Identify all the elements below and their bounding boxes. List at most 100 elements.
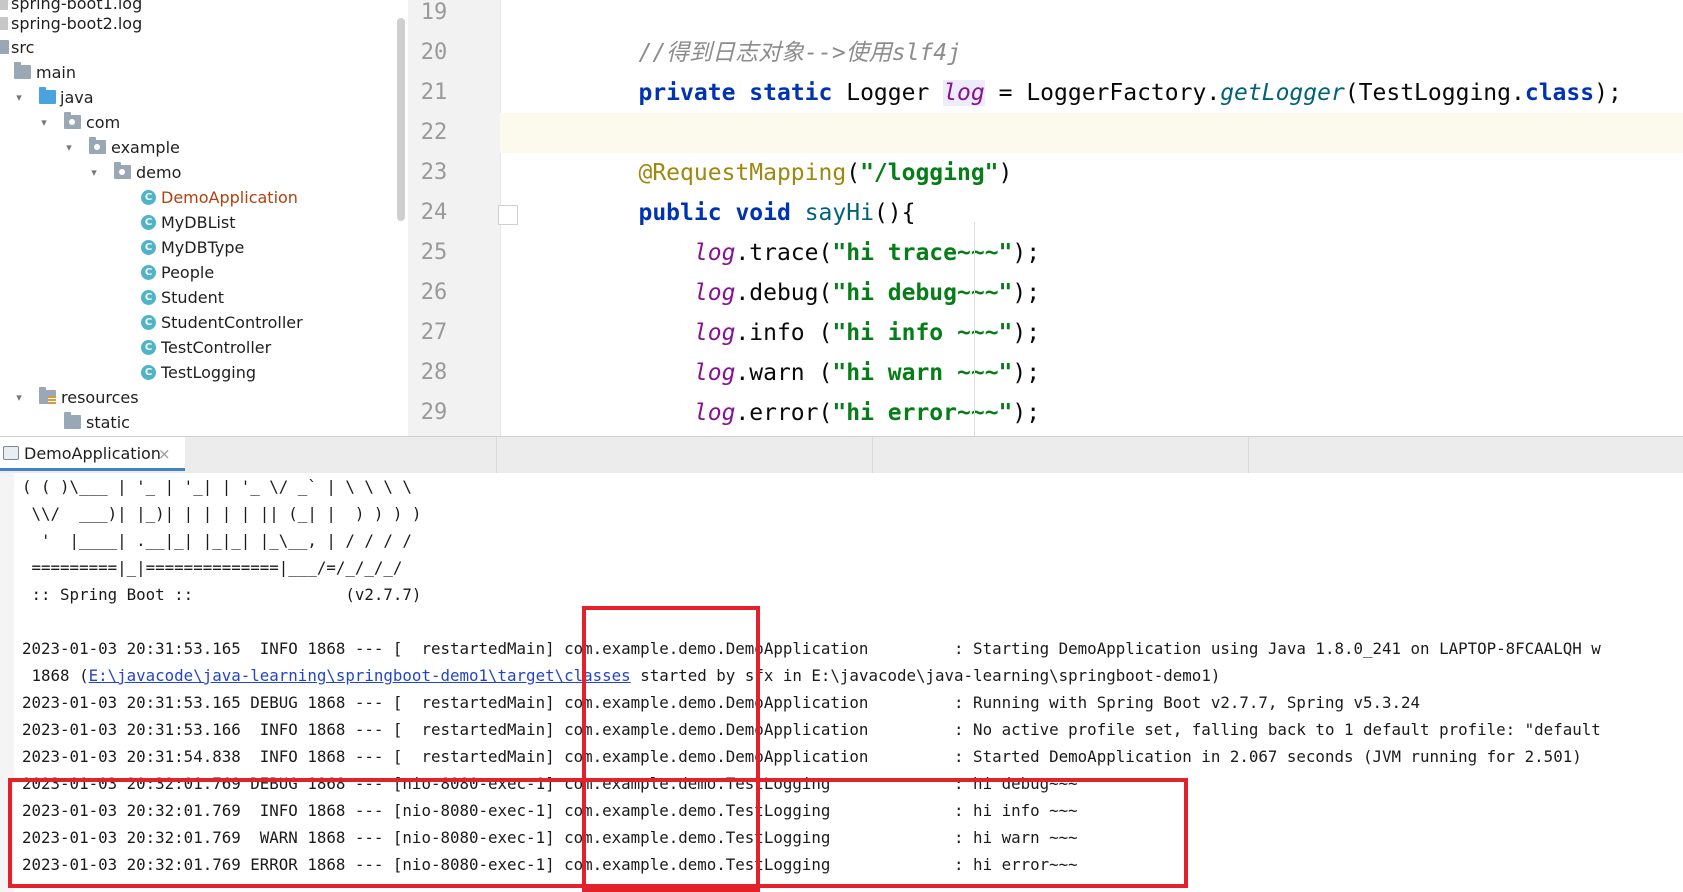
console-output[interactable]: ( ( )\___ | '_ | '_| | '_ \/ _` | \ \ \ … (0, 473, 1683, 892)
divider (1248, 437, 1249, 473)
string-literal: "hi warn ~~~" (832, 360, 1013, 386)
log-text: 1868 ( (22, 666, 89, 685)
punctuation: ( (1344, 80, 1359, 106)
tree-item-label: MyDBType (161, 238, 245, 257)
tab-demoapplication[interactable]: DemoApplication × (0, 437, 185, 471)
log-line: 2023-01-03 20:31:53.166 INFO 1868 --- [ … (22, 720, 1601, 739)
field-name: log (693, 280, 736, 306)
method-name: .warn (735, 360, 805, 386)
chevron-down-icon[interactable]: ▾ (86, 160, 102, 185)
banner-line: \\/ ___)| |_)| | | | | || (_| | ) ) ) ) (22, 504, 422, 523)
chevron-down-icon[interactable]: ▾ (11, 385, 27, 410)
comment: //得到日志对象-->使用slf4j (638, 40, 961, 66)
log-line: 2023-01-03 20:32:01.769 INFO 1868 --- [n… (22, 801, 1078, 820)
banner-line: =========|_|==============|___/=/_/_/_/ (22, 558, 403, 577)
tree-item-label: static (86, 413, 130, 432)
classes-path-link[interactable]: E:\javacode\java-learning\springboot-dem… (89, 666, 631, 685)
line-number: 23 (420, 160, 448, 185)
keyword: private (638, 80, 736, 106)
code-line[interactable]: log.trace("hi trace~~~"); (500, 233, 1683, 273)
code-line[interactable]: //得到日志对象-->使用slf4j (500, 33, 1683, 73)
code-line[interactable]: log.error("hi error~~~"); (500, 393, 1683, 433)
class-icon: C (141, 265, 156, 280)
line-number: 19 (420, 0, 448, 25)
code-line[interactable]: @RequestMapping("/logging") (500, 153, 1683, 193)
code-line[interactable]: log.warn ("hi warn ~~~"); (500, 353, 1683, 393)
folder-icon (14, 62, 31, 79)
tree-item-label: demo (136, 163, 182, 182)
punctuation: ); (1012, 240, 1041, 266)
console-gutter (0, 473, 14, 892)
line-number: 27 (420, 320, 448, 345)
tab-label: DemoApplication (24, 444, 161, 463)
class-icon: C (141, 215, 156, 230)
banner-line: ' |____| .__|_| |_|_| |_\__, | / / / / (22, 531, 412, 550)
tree-item-label: resources (61, 388, 139, 407)
tree-item-label: TestLogging (161, 363, 256, 382)
tree-item-label: src (11, 38, 35, 57)
package-icon (64, 112, 81, 129)
punctuation: ); (1012, 320, 1041, 346)
folder-icon (0, 40, 9, 54)
code-line[interactable]: private static Logger log = LoggerFactor… (500, 73, 1683, 113)
log-line: 2023-01-03 20:31:53.165 INFO 1868 --- [ … (22, 639, 1601, 658)
package-icon (114, 162, 131, 179)
tree-item-label: StudentController (161, 313, 303, 332)
log-line: 2023-01-03 20:32:01.769 ERROR 1868 --- [… (22, 855, 1078, 874)
line-number: 28 (420, 360, 448, 385)
field-name: log (943, 80, 985, 106)
method-name: .error (735, 400, 819, 426)
project-tree: spring-boot1.log spring-boot2.log src ma… (0, 0, 408, 436)
string-literal: "hi trace~~~" (832, 240, 1013, 266)
punctuation: ( (818, 280, 833, 306)
chevron-down-icon[interactable]: ▾ (36, 110, 52, 135)
tree-item-label: java (60, 88, 94, 107)
tree-item-label: com (86, 113, 121, 132)
method-name: sayHi (804, 200, 874, 226)
tree-item-label: TestController (161, 338, 272, 357)
resources-folder-icon (39, 387, 56, 404)
punctuation: ( (818, 400, 833, 426)
indent-guide (974, 222, 975, 436)
log-file-icon (0, 0, 8, 10)
type-name: Logger (846, 80, 930, 106)
source-folder-icon (39, 87, 56, 104)
banner-line: :: Spring Boot :: (v2.7.7) (22, 585, 422, 604)
divider (872, 437, 873, 473)
keyword: static (749, 80, 833, 106)
tree-item-label: main (36, 63, 76, 82)
string-literal: "hi debug~~~" (832, 280, 1013, 306)
chevron-down-icon[interactable]: ▾ (61, 135, 77, 160)
punctuation: ); (1012, 360, 1041, 386)
class-name: LoggerFactory. (1026, 80, 1221, 106)
class-name: TestLogging. (1358, 80, 1525, 106)
punctuation: ( (804, 320, 833, 346)
operator: = (998, 80, 1013, 106)
field-name: log (693, 240, 736, 266)
package-icon (89, 137, 106, 154)
field-name: log (693, 360, 736, 386)
punctuation: ) (998, 160, 1013, 186)
keyword: public (638, 200, 722, 226)
code-line[interactable]: log.debug("hi debug~~~"); (500, 273, 1683, 313)
method-name: .debug (735, 280, 819, 306)
code-line-current[interactable] (500, 113, 1683, 153)
line-number: 25 (420, 240, 448, 265)
line-number: 24 (420, 200, 448, 225)
chevron-down-icon[interactable]: ▾ (11, 85, 27, 110)
log-line-continuation: 1868 (E:\javacode\java-learning\springbo… (22, 662, 1221, 689)
close-icon[interactable]: × (158, 437, 171, 471)
code-line[interactable]: public void sayHi(){ (500, 193, 1683, 233)
punctuation: ( (804, 360, 833, 386)
punctuation: ); (1594, 80, 1622, 106)
log-file-icon (0, 17, 8, 30)
code-line[interactable]: log.info ("hi info ~~~"); (500, 313, 1683, 353)
line-number-gutter: 19 20 21 22 23 24 25 26 27 28 29 (408, 0, 501, 436)
line-number: 20 (420, 40, 448, 65)
punctuation: (){ (873, 200, 916, 226)
code-editor[interactable]: 19 20 21 22 23 24 25 26 27 28 29 //得到日志对… (408, 0, 1683, 436)
tree-item-label: DemoApplication (161, 188, 298, 207)
class-icon: C (141, 290, 156, 305)
tree-scrollbar[interactable] (397, 18, 405, 221)
log-text: started by sfx in E:\javacode\java-learn… (630, 666, 1221, 685)
